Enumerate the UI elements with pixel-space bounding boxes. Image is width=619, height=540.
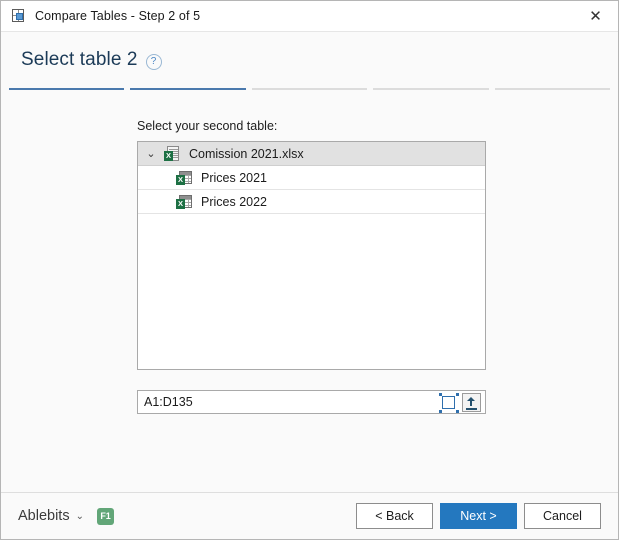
close-icon[interactable]: ✕ <box>573 1 618 31</box>
dialog-body: Select your second table: ⌄ X Comission … <box>1 98 618 492</box>
excel-x-glyph: X <box>176 198 185 209</box>
compare-tables-dialog: Compare Tables - Step 2 of 5 ✕ Select ta… <box>0 0 619 540</box>
tree-item-label: Comission 2021.xlsx <box>189 146 304 161</box>
next-button[interactable]: Next > <box>440 503 517 529</box>
excel-workbook-icon: X <box>164 145 182 162</box>
cancel-button[interactable]: Cancel <box>524 503 601 529</box>
title-bar: Compare Tables - Step 2 of 5 ✕ <box>1 1 618 32</box>
help-icon[interactable]: ? <box>145 53 162 70</box>
compare-tables-icon <box>10 8 26 24</box>
range-input[interactable] <box>138 391 437 413</box>
chevron-down-icon[interactable]: ⌄ <box>138 147 164 160</box>
select-range-icon[interactable] <box>437 392 459 412</box>
tree-item-sheet-prices-2022[interactable]: X Prices 2022 <box>138 190 485 214</box>
step-segment-4 <box>373 88 489 90</box>
tree-item-label: Prices 2021 <box>201 170 268 185</box>
page-title: Select table 2 <box>21 49 138 70</box>
ablebits-label: Ablebits <box>18 508 70 524</box>
collapse-dialog-icon[interactable] <box>462 392 481 412</box>
table-select-label: Select your second table: <box>137 119 278 133</box>
step-segment-3 <box>251 88 368 90</box>
f1-help-badge[interactable]: F1 <box>96 507 114 525</box>
back-button[interactable]: < Back <box>356 503 433 529</box>
dialog-footer: Ablebits ⌄ F1 < Back Next > Cancel <box>1 492 618 539</box>
page-header: Select table 2 ? <box>1 32 618 88</box>
step-segment-1 <box>9 88 125 90</box>
tree-item-label: Prices 2022 <box>201 194 268 209</box>
step-segment-5 <box>494 88 611 90</box>
excel-x-glyph: X <box>164 150 173 161</box>
range-field-row <box>137 390 486 414</box>
excel-sheet-icon: X <box>176 170 194 186</box>
ablebits-menu[interactable]: Ablebits ⌄ <box>18 508 84 524</box>
step-progress <box>1 88 618 98</box>
excel-sheet-icon: X <box>176 194 194 210</box>
step-segment-2 <box>130 88 246 90</box>
window-title: Compare Tables - Step 2 of 5 <box>35 9 201 23</box>
tree-item-sheet-prices-2021[interactable]: X Prices 2021 <box>138 166 485 190</box>
tree-item-workbook[interactable]: ⌄ X Comission 2021.xlsx <box>138 142 485 166</box>
chevron-down-icon: ⌄ <box>75 510 84 522</box>
excel-x-glyph: X <box>176 174 185 185</box>
table-tree-listbox[interactable]: ⌄ X Comission 2021.xlsx X Prices 2021 X … <box>137 141 486 370</box>
